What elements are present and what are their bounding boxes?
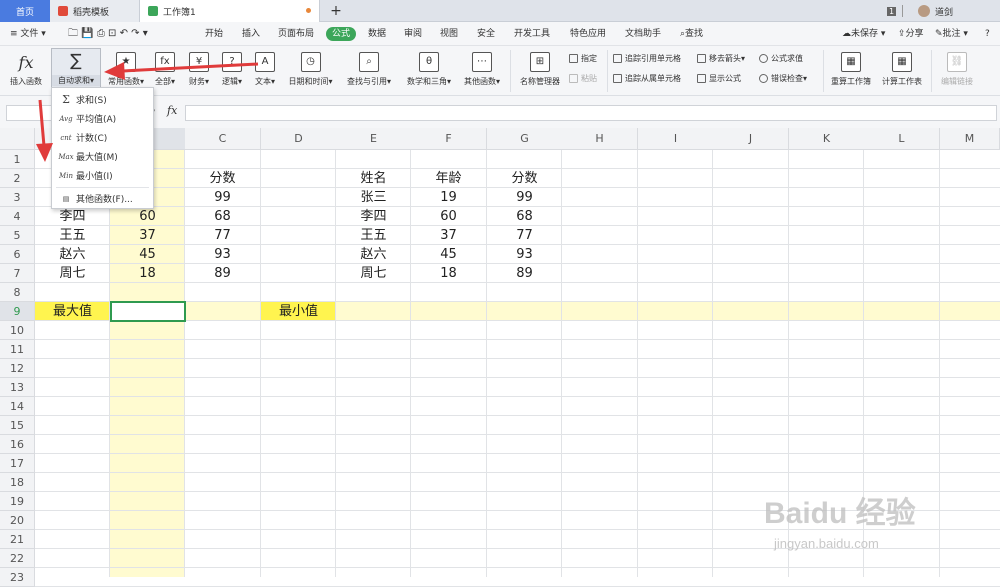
arrow-to-autosum: [121, 62, 259, 73]
arrow-to-dropdown: [38, 99, 46, 147]
baidu-watermark-logo: Baidu 经验: [764, 497, 916, 530]
baidu-watermark-url: jingyan.baidu.com: [774, 536, 879, 551]
arrow-head-autosum: [104, 62, 125, 80]
arrow-head-dropdown: [36, 143, 53, 162]
